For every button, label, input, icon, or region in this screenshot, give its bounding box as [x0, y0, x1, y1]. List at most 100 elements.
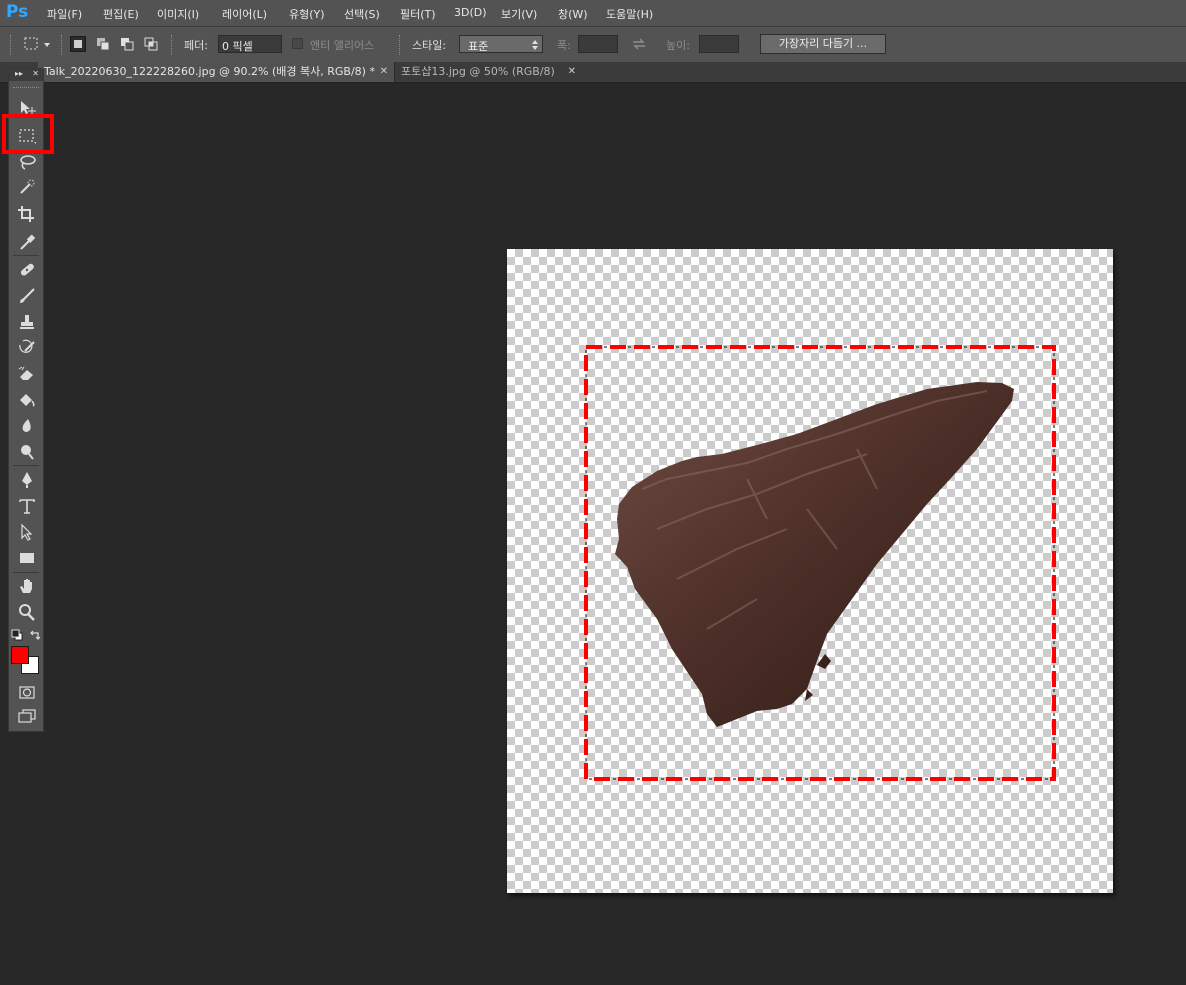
intersect-selection-icon — [144, 37, 158, 51]
eyedropper-tool[interactable] — [15, 231, 39, 253]
tab-document-1[interactable]: Talk_20220630_122228260.jpg @ 90.2% (배경 … — [38, 62, 394, 82]
path-selection-arrow-icon — [21, 523, 33, 541]
type-t-icon — [19, 499, 35, 514]
blur-tool[interactable] — [15, 415, 39, 437]
annotation-highlight-box — [2, 114, 54, 154]
marquee-preset-icon — [24, 37, 50, 50]
eraser-tool[interactable] — [15, 363, 39, 385]
feather-value: 0 픽셀 — [222, 40, 253, 53]
toolbox-divider — [13, 465, 39, 466]
swap-icon — [633, 38, 645, 50]
stamp-icon — [20, 315, 34, 329]
new-selection-icon — [74, 40, 82, 48]
pen-icon — [22, 472, 32, 488]
subtract-selection-icon — [121, 38, 134, 51]
rectangle-tool[interactable] — [15, 547, 39, 569]
dodge-icon — [21, 445, 34, 460]
healing-brush-tool[interactable] — [15, 259, 39, 281]
feather-label: 페더: — [184, 39, 208, 52]
crop-tool[interactable] — [15, 203, 39, 225]
swap-colors-button[interactable] — [29, 629, 41, 644]
feather-input[interactable]: 0 픽셀 — [218, 35, 282, 53]
subtract-from-selection-button[interactable] — [119, 36, 135, 52]
type-tool[interactable] — [15, 495, 39, 517]
eyedropper-icon — [20, 234, 36, 250]
brush-icon — [20, 288, 35, 303]
rectangle-shape-icon — [20, 553, 34, 563]
refine-edge-button[interactable]: 가장자리 다듬기 ... — [760, 34, 886, 54]
lasso-icon — [20, 155, 36, 170]
default-colors-icon — [11, 629, 23, 641]
eraser-icon — [18, 366, 33, 380]
screen-mode-button[interactable] — [15, 705, 39, 727]
hand-tool[interactable] — [15, 575, 39, 597]
options-divider — [399, 35, 402, 55]
add-to-selection-button[interactable] — [95, 36, 111, 52]
menu-window[interactable]: 창(W) — [558, 6, 588, 22]
brownie-slice — [615, 382, 1014, 727]
dodge-tool[interactable] — [15, 441, 39, 463]
pen-tool[interactable] — [15, 469, 39, 491]
options-divider — [171, 35, 174, 55]
quick-mask-button[interactable] — [15, 681, 39, 703]
width-label: 폭: — [557, 39, 571, 52]
antialias-checkbox[interactable] — [292, 38, 303, 49]
menu-filter[interactable]: 필터(T) — [400, 6, 436, 22]
close-icon[interactable]: ✕ — [380, 62, 388, 82]
document-tab-bar: Talk_20220630_122228260.jpg @ 90.2% (배경 … — [0, 62, 1186, 83]
width-input[interactable] — [578, 35, 618, 53]
lasso-tool[interactable] — [15, 151, 39, 173]
swap-width-height-button[interactable] — [631, 38, 647, 53]
tab-document-1-label: Talk_20220630_122228260.jpg @ 90.2% (배경 … — [44, 65, 375, 78]
history-brush-icon — [19, 339, 35, 353]
toolbox-grip[interactable] — [13, 87, 39, 89]
tab-document-2[interactable]: 포토샵13.jpg @ 50% (RGB/8) ✕ — [394, 62, 582, 82]
bandage-icon — [20, 263, 34, 276]
options-grip[interactable] — [10, 35, 13, 55]
new-selection-button[interactable] — [70, 36, 86, 52]
zoom-tool[interactable] — [15, 601, 39, 623]
crop-icon — [18, 206, 34, 222]
options-divider — [61, 35, 64, 55]
menu-edit[interactable]: 편집(E) — [103, 6, 139, 22]
collapse-toolbox-icon[interactable]: ▸▸ — [15, 69, 23, 78]
paint-bucket-tool[interactable] — [15, 389, 39, 411]
tool-preset-picker[interactable] — [24, 37, 52, 54]
close-icon[interactable]: ✕ — [32, 69, 39, 78]
path-selection-tool[interactable] — [15, 521, 39, 543]
menu-help[interactable]: 도움말(H) — [606, 6, 653, 22]
select-arrows-icon — [532, 40, 538, 50]
menu-image[interactable]: 이미지(I) — [157, 6, 199, 22]
hand-icon — [20, 579, 32, 593]
brush-tool[interactable] — [15, 285, 39, 307]
document-canvas[interactable] — [507, 249, 1113, 893]
brownie-image — [584, 345, 1056, 781]
menu-3d[interactable]: 3D(D) — [454, 6, 487, 19]
intersect-selection-button[interactable] — [143, 36, 159, 52]
menu-layer[interactable]: 레이어(L) — [222, 6, 267, 22]
screen-mode-icon — [18, 709, 36, 723]
quick-selection-icon — [20, 179, 35, 194]
default-colors-button[interactable] — [11, 629, 23, 644]
toolbox-header[interactable]: ▸▸ ✕ — [9, 69, 43, 81]
foreground-color-swatch[interactable] — [11, 646, 29, 664]
toolbox-panel: ▸▸ ✕ — [8, 68, 44, 732]
paint-bucket-icon — [20, 394, 35, 407]
swap-colors-icon — [30, 630, 41, 640]
photoshop-logo: Ps — [6, 2, 29, 22]
quick-selection-tool[interactable] — [15, 177, 39, 199]
antialias-label: 앤티 앨리어스 — [310, 39, 375, 52]
add-selection-icon — [97, 38, 110, 51]
menu-type[interactable]: 유형(Y) — [289, 6, 325, 22]
menu-file[interactable]: 파일(F) — [47, 6, 82, 22]
style-label: 스타일: — [412, 39, 447, 52]
quick-mask-icon — [19, 686, 35, 699]
clone-stamp-tool[interactable] — [15, 311, 39, 333]
style-select[interactable]: 표준 — [459, 35, 543, 53]
close-icon[interactable]: ✕ — [568, 62, 576, 82]
history-brush-tool[interactable] — [15, 337, 39, 359]
toolbox-divider — [13, 255, 39, 256]
menu-select[interactable]: 선택(S) — [344, 6, 380, 22]
height-input[interactable] — [699, 35, 739, 53]
menu-view[interactable]: 보기(V) — [501, 6, 537, 22]
